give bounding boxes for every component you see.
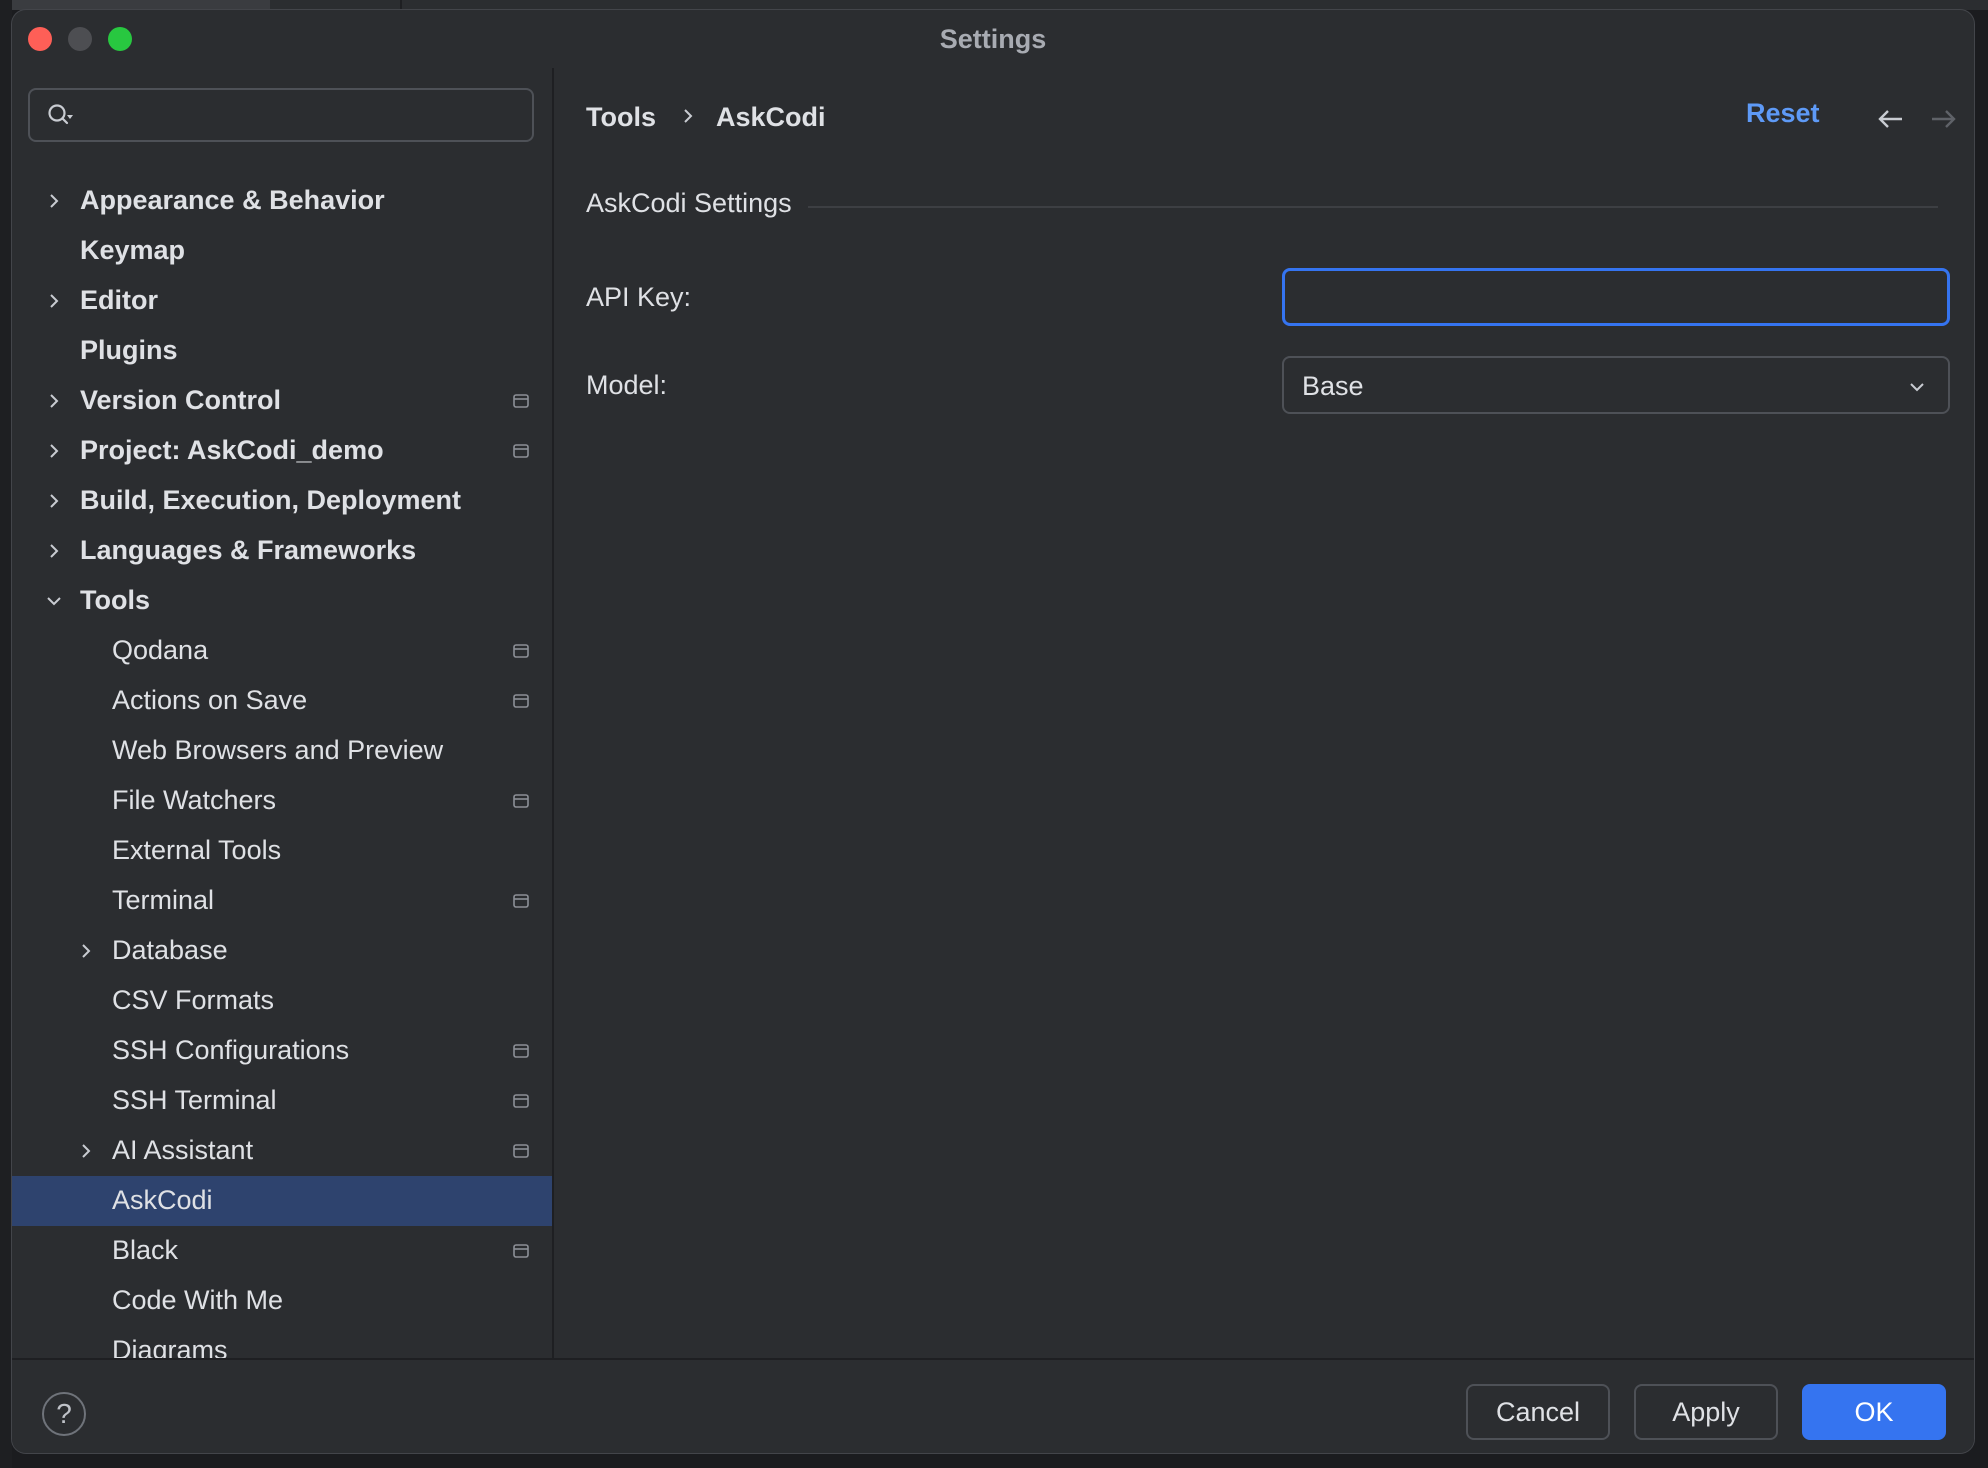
apply-button[interactable]: Apply (1634, 1384, 1778, 1440)
sidebar-item-label: Appearance & Behavior (80, 185, 385, 215)
sidebar-item-code-with-me[interactable]: Code With Me (12, 1276, 552, 1326)
sidebar-item-label: AskCodi (112, 1185, 213, 1215)
sidebar-item-label: Terminal (112, 885, 215, 915)
sidebar-item-web-browsers-and-preview[interactable]: Web Browsers and Preview (12, 726, 552, 776)
search-input[interactable] (90, 98, 524, 134)
breadcrumb-chevron-icon (684, 109, 693, 123)
background-window-edge (0, 0, 12, 1468)
sidebar-item-qodana[interactable]: Qodana (12, 626, 552, 676)
sidebar-item-terminal[interactable]: Terminal (12, 876, 552, 926)
sidebar-item-plugins[interactable]: Plugins (12, 326, 552, 376)
chevron-right-icon[interactable] (42, 439, 66, 463)
chevron-right-icon[interactable] (74, 1139, 98, 1163)
project-level-icon (513, 644, 529, 658)
chevron-down-icon (1910, 383, 1924, 392)
sidebar-item-build-execution-deployment[interactable]: Build, Execution, Deployment (12, 476, 552, 526)
sidebar-item-label: Database (112, 935, 228, 965)
model-label: Model: (586, 370, 668, 400)
sidebar-item-appearance-behavior[interactable]: Appearance & Behavior (12, 176, 552, 226)
help-button[interactable]: ? (42, 1392, 86, 1436)
sidebar-item-actions-on-save[interactable]: Actions on Save (12, 676, 552, 726)
model-select[interactable]: Base (1282, 356, 1950, 414)
api-key-input[interactable] (1282, 268, 1950, 326)
settings-dialog: Settings Appearance & Behavior Keymap Edit… (12, 10, 1974, 1453)
sidebar-item-label: Keymap (80, 235, 186, 265)
sidebar-item-label: AI Assistant (112, 1135, 254, 1165)
project-level-icon (513, 1094, 529, 1108)
project-level-icon (513, 794, 529, 808)
window-title: Settings (939, 24, 1047, 54)
chevron-right-icon[interactable] (42, 539, 66, 563)
api-key-label: API Key: (586, 282, 692, 312)
sidebar-item-label: Version Control (80, 385, 282, 415)
model-selected-value: Base (1302, 371, 1364, 401)
settings-search[interactable] (28, 88, 534, 142)
background-window-strip (0, 0, 1988, 10)
section-divider (808, 206, 1938, 208)
dialog-footer: ? Cancel Apply OK (12, 1358, 1974, 1453)
background-divider (400, 0, 402, 10)
chevron-right-icon[interactable] (42, 389, 66, 413)
chevron-right-icon[interactable] (42, 289, 66, 313)
sidebar-item-label: Editor (80, 285, 158, 315)
search-icon (48, 104, 73, 125)
sidebar-item-label: Build, Execution, Deployment (80, 485, 462, 515)
chevron-right-icon[interactable] (42, 189, 66, 213)
back-arrow-icon[interactable] (1876, 104, 1906, 134)
sidebar-item-label: File Watchers (112, 785, 277, 815)
settings-tree: Appearance & Behavior Keymap Editor Plugins… (12, 176, 552, 1376)
title-bar: Settings (12, 10, 1974, 68)
project-level-icon (513, 1144, 529, 1158)
forward-arrow-icon[interactable] (1928, 104, 1958, 134)
sidebar-item-label: Black (112, 1235, 179, 1265)
project-level-icon (513, 394, 529, 408)
sidebar-item-csv-formats[interactable]: CSV Formats (12, 976, 552, 1026)
sidebar-item-label: Plugins (80, 335, 178, 365)
sidebar-item-label: CSV Formats (112, 985, 275, 1015)
project-level-icon (513, 694, 529, 708)
project-level-icon (513, 444, 529, 458)
sidebar-item-project-askcodi-demo[interactable]: Project: AskCodi_demo (12, 426, 552, 476)
sidebar-item-label: Languages & Frameworks (80, 535, 417, 565)
sidebar-item-ssh-configurations[interactable]: SSH Configurations (12, 1026, 552, 1076)
sidebar-item-editor[interactable]: Editor (12, 276, 552, 326)
sidebar-item-label: SSH Configurations (112, 1035, 350, 1065)
sidebar-item-keymap[interactable]: Keymap (12, 226, 552, 276)
sidebar-item-ssh-terminal[interactable]: SSH Terminal (12, 1076, 552, 1126)
breadcrumb-parent[interactable]: Tools (586, 102, 656, 133)
sidebar-item-black[interactable]: Black (12, 1226, 552, 1276)
sidebar-item-database[interactable]: Database (12, 926, 552, 976)
sidebar-item-languages-frameworks[interactable]: Languages & Frameworks (12, 526, 552, 576)
settings-sidebar: Appearance & Behavior Keymap Editor Plugins… (12, 68, 554, 1365)
sidebar-item-label: Tools (80, 585, 150, 615)
chevron-right-icon[interactable] (42, 489, 66, 513)
sidebar-item-file-watchers[interactable]: File Watchers (12, 776, 552, 826)
cancel-button[interactable]: Cancel (1466, 1384, 1610, 1440)
sidebar-item-askcodi[interactable]: AskCodi (12, 1176, 552, 1226)
chevron-right-icon[interactable] (74, 939, 98, 963)
sidebar-item-label: External Tools (112, 835, 282, 865)
sidebar-item-external-tools[interactable]: External Tools (12, 826, 552, 876)
sidebar-item-label: Web Browsers and Preview (112, 735, 444, 765)
sidebar-item-label: Code With Me (112, 1285, 284, 1315)
sidebar-item-tools[interactable]: Tools (12, 576, 552, 626)
settings-content: Tools AskCodi Reset AskCodi Settings API… (554, 68, 1974, 1358)
sidebar-item-label: Qodana (112, 635, 209, 665)
background-tab (0, 0, 270, 10)
sidebar-item-ai-assistant[interactable]: AI Assistant (12, 1126, 552, 1176)
ok-button[interactable]: OK (1802, 1384, 1946, 1440)
reset-link[interactable]: Reset (1746, 98, 1820, 129)
sidebar-item-label: SSH Terminal (112, 1085, 277, 1115)
sidebar-item-version-control[interactable]: Version Control (12, 376, 552, 426)
project-level-icon (513, 894, 529, 908)
sidebar-item-label: Project: AskCodi_demo (80, 435, 384, 465)
section-title: AskCodi Settings (586, 188, 792, 218)
project-level-icon (513, 1244, 529, 1258)
sidebar-item-label: Actions on Save (112, 685, 308, 715)
chevron-down-icon[interactable] (42, 589, 66, 613)
project-level-icon (513, 1044, 529, 1058)
breadcrumb-current: AskCodi (716, 102, 826, 132)
